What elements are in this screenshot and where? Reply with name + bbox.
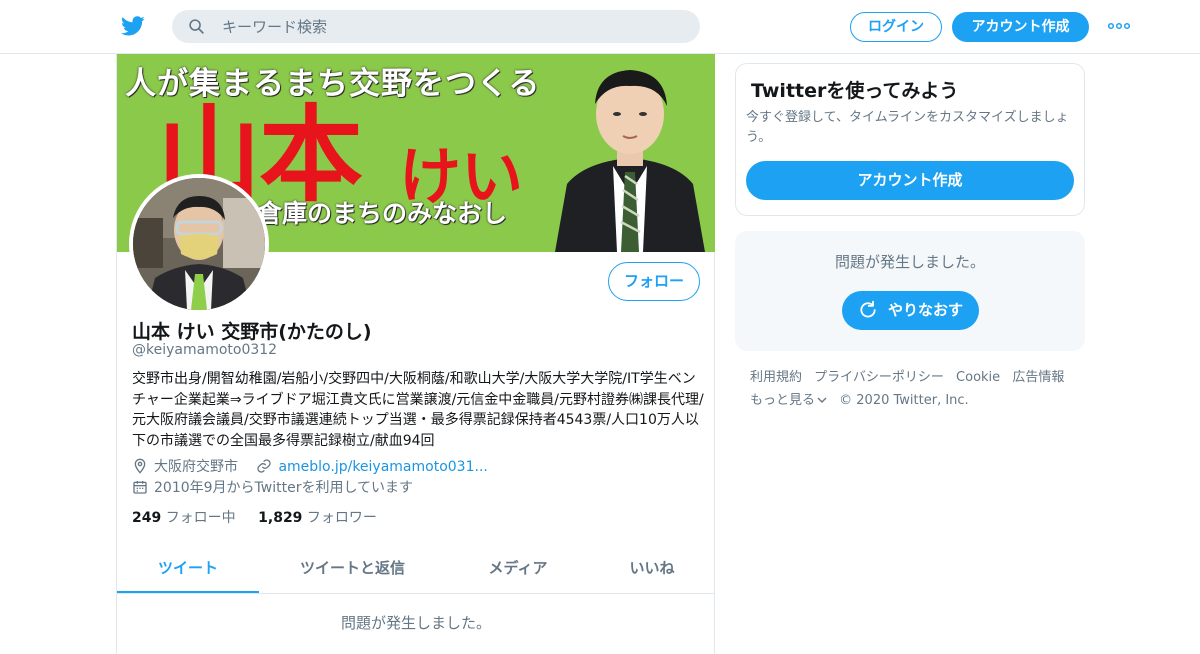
location-pin-icon <box>134 458 146 474</box>
signup-card-title: Twitterを使ってみよう <box>751 80 959 102</box>
footer-link-privacy[interactable]: プライバシーポリシー <box>814 370 944 385</box>
login-button[interactable]: ログイン <box>850 12 942 42</box>
sidebar-error-card: 問題が発生しました。 やりなおす <box>735 231 1085 351</box>
retry-button[interactable]: やりなおす <box>842 291 979 330</box>
refresh-icon <box>860 300 876 318</box>
banner-portrait-image <box>545 54 715 252</box>
tab-media[interactable]: メディア <box>453 546 583 593</box>
sidebar-footer: 利用規約 プライバシーポリシー Cookie 広告情報 もっと見る © 2020… <box>750 366 1090 412</box>
signup-card-button[interactable]: アカウント作成 <box>746 161 1074 200</box>
profile-joined-date: 2010年9月からTwitterを利用しています <box>154 480 414 496</box>
sidebar-error-message: 問題が発生しました。 <box>834 253 985 271</box>
followers-stat[interactable]: 1,829 フォロワー <box>258 510 377 526</box>
retry-label: やりなおす <box>888 301 964 319</box>
signup-card: Twitterを使ってみよう 今すぐ登録して、タイムラインをカスタマイズしましょ… <box>735 63 1085 216</box>
signup-card-description: 今すぐ登録して、タイムラインをカスタマイズしましょう。 <box>746 110 1069 145</box>
tab-tweets-and-replies[interactable]: ツイートと返信 <box>275 546 430 593</box>
chevron-down-icon <box>817 397 827 403</box>
profile-avatar[interactable] <box>129 174 269 314</box>
profile-tabs: ツイート ツイートと返信 メディア いいね <box>117 546 715 594</box>
profile-handle: @keiyamamoto0312 <box>132 342 278 358</box>
following-stat[interactable]: 249 フォロー中 <box>132 510 240 526</box>
following-count: 249 <box>132 510 162 526</box>
profile-column: 人が集まるまち交野をつくる 山本 けい 倉庫のまちのみなおし フォロー 山本 け… <box>116 54 715 654</box>
more-dots-icon[interactable] <box>1108 22 1130 30</box>
profile-stats: 249 フォロー中 1,829 フォロワー <box>132 507 377 527</box>
profile-location-url-row: 大阪府交野市 ameblo.jp/keiyamamoto031... <box>132 456 488 476</box>
profile-bio: 交野市出身/開智幼稚園/岩船小/交野四中/大阪桐蔭/和歌山大学/大阪大学大学院/… <box>132 371 704 449</box>
footer-copyright: © 2020 Twitter, Inc. <box>839 393 969 408</box>
top-navigation-bar: ログイン アカウント作成 <box>0 0 1200 54</box>
footer-link-cookie[interactable]: Cookie <box>956 370 1000 385</box>
footer-more-link[interactable]: もっと見る <box>750 393 827 408</box>
followers-count: 1,829 <box>258 510 303 526</box>
follow-button[interactable]: フォロー <box>608 262 700 301</box>
signup-button[interactable]: アカウント作成 <box>952 12 1089 42</box>
footer-more-label: もっと見る <box>750 393 816 408</box>
followers-label: フォロワー <box>306 510 377 526</box>
search-input[interactable] <box>222 10 682 43</box>
profile-display-name: 山本 けい 交野市(かたのし) <box>132 321 372 343</box>
calendar-icon <box>133 481 147 494</box>
footer-link-terms[interactable]: 利用規約 <box>750 370 802 385</box>
tab-likes[interactable]: いいね <box>597 546 707 593</box>
search-icon <box>189 19 204 34</box>
profile-location: 大阪府交野市 <box>154 459 238 475</box>
twitter-bird-icon[interactable] <box>120 14 146 38</box>
banner-subslogan: 倉庫のまちのみなおし <box>257 199 508 228</box>
avatar-image <box>133 178 265 310</box>
profile-website-link[interactable]: ameblo.jp/keiyamamoto031... <box>278 459 487 475</box>
profile-joined-row: 2010年9月からTwitterを利用しています <box>132 477 413 497</box>
footer-link-ads[interactable]: 広告情報 <box>1012 370 1064 385</box>
following-label: フォロー中 <box>165 510 236 526</box>
tab-tweets[interactable]: ツイート <box>117 546 259 593</box>
link-icon <box>257 459 272 473</box>
search-box[interactable] <box>172 10 700 43</box>
